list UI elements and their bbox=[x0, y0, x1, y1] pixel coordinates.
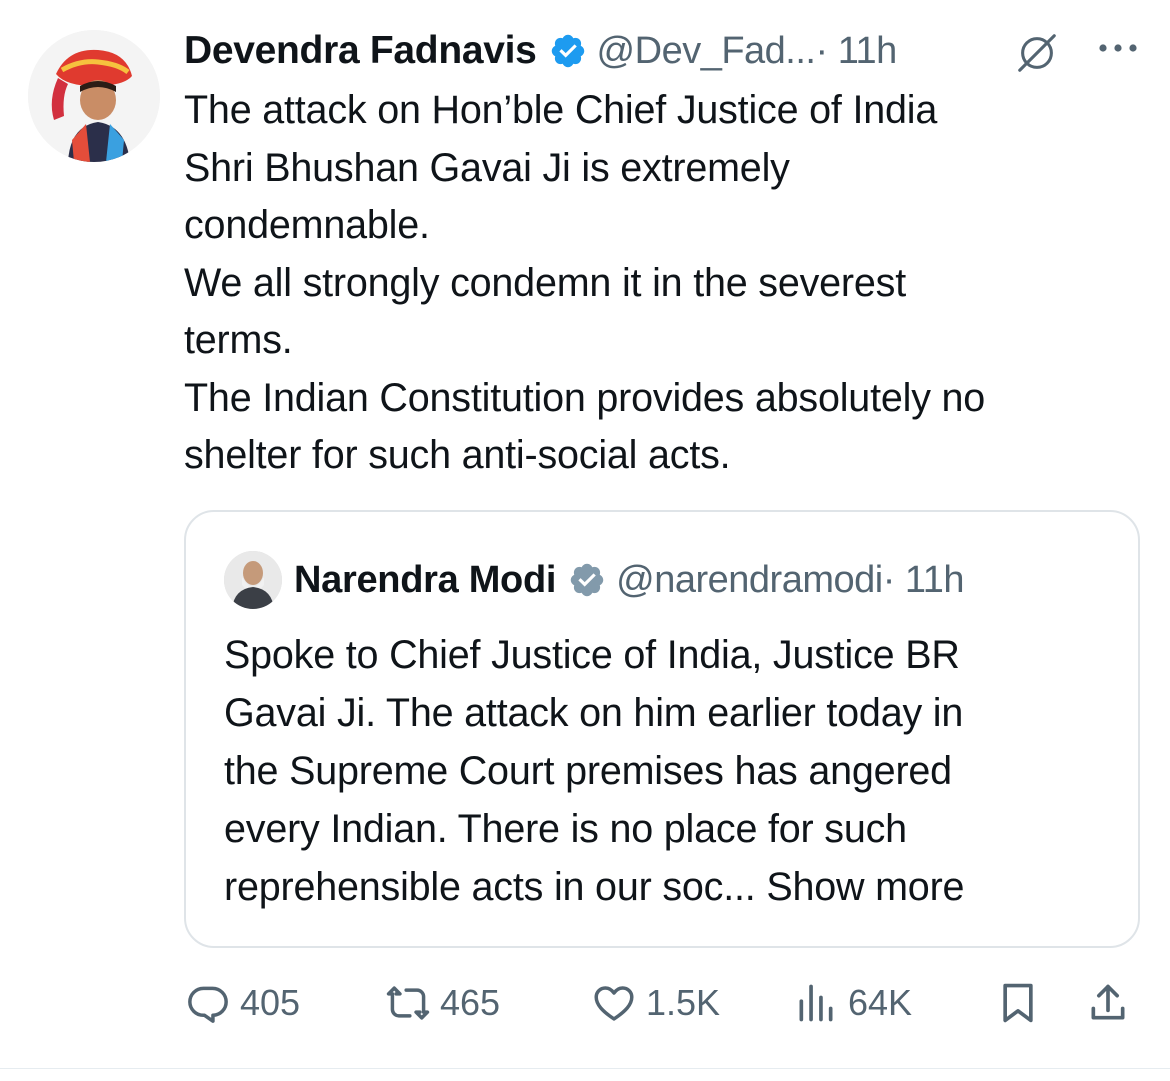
quoted-tweet-line: the Supreme Court premises has angered bbox=[224, 749, 952, 793]
like-icon bbox=[594, 986, 634, 1021]
quoted-tweet-line: Spoke to Chief Justice of India, Justice… bbox=[224, 633, 960, 677]
grok-icon[interactable] bbox=[1014, 30, 1060, 76]
reply-button[interactable]: 405 bbox=[186, 975, 300, 1031]
quoted-tweet-line: Gavai Ji. The attack on him earlier toda… bbox=[224, 691, 964, 735]
quoted-tweet-line-end: reprehensible acts in our soc... bbox=[224, 865, 756, 909]
bottom-divider bbox=[0, 1068, 1170, 1069]
more-icon[interactable] bbox=[1096, 34, 1140, 62]
bookmark-button[interactable] bbox=[996, 975, 1040, 1031]
like-button[interactable]: 1.5K bbox=[592, 975, 720, 1031]
views-count: 64K bbox=[848, 982, 913, 1023]
repost-icon bbox=[386, 986, 430, 1020]
author-name[interactable]: Devendra Fadnavis bbox=[184, 29, 537, 73]
tweet-time[interactable]: · 11h bbox=[815, 30, 897, 73]
like-count: 1.5K bbox=[646, 982, 721, 1023]
quoted-tweet-text: Spoke to Chief Justice of India, Justice… bbox=[224, 626, 1104, 916]
repost-count: 465 bbox=[440, 982, 501, 1023]
author-avatar-image bbox=[28, 30, 160, 162]
repost-button[interactable]: 465 bbox=[386, 975, 500, 1031]
tweet-header: Devendra Fadnavis @Dev_Fad... · 11h bbox=[184, 22, 1150, 80]
views-button[interactable]: 64K bbox=[794, 975, 912, 1031]
author-handle[interactable]: @Dev_Fad... bbox=[597, 30, 816, 73]
tweet-text: The attack on Hon’ble Chief Justice of I… bbox=[184, 82, 1144, 485]
tweet-line: We all strongly condemn it in the severe… bbox=[184, 260, 906, 305]
quoted-author-avatar[interactable] bbox=[224, 551, 282, 609]
quoted-author-name[interactable]: Narendra Modi bbox=[294, 559, 556, 602]
quoted-tweet-time[interactable]: · 11h bbox=[883, 559, 965, 602]
tweet-action-bar: 405 465 1.5K 64K bbox=[186, 975, 1146, 1031]
tweet-line: The Indian Constitution provides absolut… bbox=[184, 375, 986, 420]
author-avatar[interactable] bbox=[28, 30, 160, 162]
quoted-tweet-line: reprehensible acts in our soc... Show mo… bbox=[224, 858, 1104, 916]
quoted-author-avatar-image bbox=[224, 551, 282, 609]
tweet-line: Shri Bhushan Gavai Ji is extremely bbox=[184, 145, 790, 190]
verified-badge-icon[interactable] bbox=[549, 32, 587, 70]
reply-count: 405 bbox=[240, 982, 301, 1023]
views-icon bbox=[799, 984, 833, 1022]
verified-badge-icon[interactable] bbox=[568, 561, 606, 599]
bookmark-icon bbox=[1003, 983, 1033, 1023]
share-button[interactable] bbox=[1086, 975, 1130, 1031]
tweet-line: condemnable. bbox=[184, 203, 430, 247]
quoted-tweet-card[interactable]: Narendra Modi @narendramodi · 11h Spoke … bbox=[184, 510, 1140, 948]
tweet-line: shelter for such anti-social acts. bbox=[184, 433, 731, 477]
share-icon bbox=[1091, 984, 1125, 1020]
quoted-tweet-header: Narendra Modi @narendramodi · 11h bbox=[224, 550, 965, 610]
quoted-tweet-line: every Indian. There is no place for such bbox=[224, 807, 907, 851]
reply-icon bbox=[188, 986, 228, 1023]
tweet-line: terms. bbox=[184, 318, 293, 362]
tweet-line: The attack on Hon’ble Chief Justice of I… bbox=[184, 88, 938, 132]
quoted-author-handle[interactable]: @narendramodi bbox=[616, 559, 883, 602]
show-more-link[interactable]: Show more bbox=[766, 865, 964, 909]
